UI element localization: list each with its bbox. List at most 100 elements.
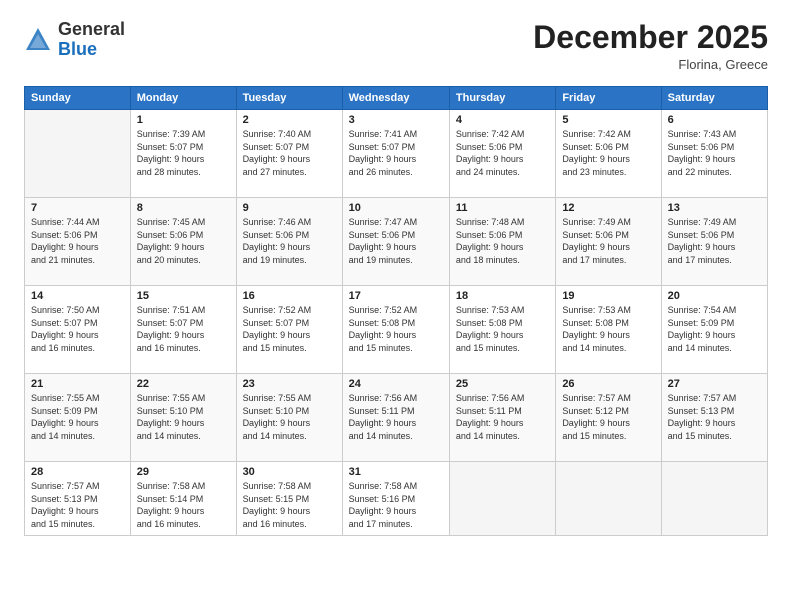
day-number: 26 [562, 378, 654, 390]
day-info: Sunrise: 7:43 AM Sunset: 5:06 PM Dayligh… [668, 128, 761, 178]
col-sunday: Sunday [25, 87, 131, 110]
header: General Blue December 2025 Florina, Gree… [24, 20, 768, 72]
day-number: 8 [137, 202, 230, 214]
col-wednesday: Wednesday [342, 87, 449, 110]
day-info: Sunrise: 7:52 AM Sunset: 5:07 PM Dayligh… [243, 304, 336, 354]
calendar-cell: 28 Sunrise: 7:57 AM Sunset: 5:13 PM Dayli… [25, 462, 131, 535]
day-info: Sunrise: 7:51 AM Sunset: 5:07 PM Dayligh… [137, 304, 230, 354]
day-number: 13 [668, 202, 761, 214]
day-number: 1 [137, 114, 230, 126]
logo-icon [24, 26, 52, 54]
day-info: Sunrise: 7:40 AM Sunset: 5:07 PM Dayligh… [243, 128, 336, 178]
col-saturday: Saturday [661, 87, 767, 110]
day-info: Sunrise: 7:58 AM Sunset: 5:14 PM Dayligh… [137, 480, 230, 530]
calendar-cell: 4Sunrise: 7:42 AM Sunset: 5:06 PM Daylig… [449, 110, 555, 198]
calendar-cell [25, 110, 131, 198]
day-number: 23 [243, 378, 336, 390]
calendar-cell: 15 Sunrise: 7:51 AM Sunset: 5:07 PM Dayli… [130, 286, 236, 374]
calendar-header-row: Sunday Monday Tuesday Wednesday Thursday… [25, 87, 768, 110]
day-info: Sunrise: 7:46 AM Sunset: 5:06 PM Dayligh… [243, 216, 336, 266]
calendar-cell [449, 462, 555, 535]
calendar-cell: 11 Sunrise: 7:48 AM Sunset: 5:06 PM Dayli… [449, 198, 555, 286]
day-info: Sunrise: 7:52 AM Sunset: 5:08 PM Dayligh… [349, 304, 443, 354]
day-number: 22 [137, 378, 230, 390]
calendar-cell [661, 462, 767, 535]
day-info: Sunrise: 7:56 AM Sunset: 5:11 PM Dayligh… [349, 392, 443, 442]
calendar-cell: 10 Sunrise: 7:47 AM Sunset: 5:06 PM Dayli… [342, 198, 449, 286]
day-number: 25 [456, 378, 549, 390]
calendar-cell [556, 462, 661, 535]
day-number: 20 [668, 290, 761, 302]
day-number: 12 [562, 202, 654, 214]
day-info: Sunrise: 7:58 AM Sunset: 5:15 PM Dayligh… [243, 480, 336, 530]
calendar-cell: 13 Sunrise: 7:49 AM Sunset: 5:06 PM Dayli… [661, 198, 767, 286]
day-info: Sunrise: 7:41 AM Sunset: 5:07 PM Dayligh… [349, 128, 443, 178]
day-info: Sunrise: 7:49 AM Sunset: 5:06 PM Dayligh… [668, 216, 761, 266]
col-friday: Friday [556, 87, 661, 110]
day-info: Sunrise: 7:42 AM Sunset: 5:06 PM Dayligh… [562, 128, 654, 178]
day-number: 14 [31, 290, 124, 302]
calendar-cell: 23 Sunrise: 7:55 AM Sunset: 5:10 PM Dayli… [236, 374, 342, 462]
day-info: Sunrise: 7:57 AM Sunset: 5:12 PM Dayligh… [562, 392, 654, 442]
calendar-cell: 27Sunrise: 7:57 AM Sunset: 5:13 PM Dayli… [661, 374, 767, 462]
calendar-cell: 2 Sunrise: 7:40 AM Sunset: 5:07 PM Daylig… [236, 110, 342, 198]
calendar-cell: 6Sunrise: 7:43 AM Sunset: 5:06 PM Daylig… [661, 110, 767, 198]
day-number: 24 [349, 378, 443, 390]
day-number: 4 [456, 114, 549, 126]
day-info: Sunrise: 7:39 AM Sunset: 5:07 PM Dayligh… [137, 128, 230, 178]
location: Florina, Greece [533, 57, 768, 72]
day-number: 2 [243, 114, 336, 126]
calendar-cell: 12 Sunrise: 7:49 AM Sunset: 5:06 PM Dayli… [556, 198, 661, 286]
day-number: 16 [243, 290, 336, 302]
title-block: December 2025 Florina, Greece [533, 20, 768, 72]
calendar-cell: 22 Sunrise: 7:55 AM Sunset: 5:10 PM Dayli… [130, 374, 236, 462]
calendar-cell: 25 Sunrise: 7:56 AM Sunset: 5:11 PM Dayli… [449, 374, 555, 462]
day-number: 9 [243, 202, 336, 214]
calendar-cell: 16 Sunrise: 7:52 AM Sunset: 5:07 PM Dayli… [236, 286, 342, 374]
day-info: Sunrise: 7:48 AM Sunset: 5:06 PM Dayligh… [456, 216, 549, 266]
calendar-cell: 3 Sunrise: 7:41 AM Sunset: 5:07 PM Daylig… [342, 110, 449, 198]
day-info: Sunrise: 7:54 AM Sunset: 5:09 PM Dayligh… [668, 304, 761, 354]
day-info: Sunrise: 7:47 AM Sunset: 5:06 PM Dayligh… [349, 216, 443, 266]
logo-general: General [58, 19, 125, 39]
day-info: Sunrise: 7:56 AM Sunset: 5:11 PM Dayligh… [456, 392, 549, 442]
month-year: December 2025 [533, 20, 768, 55]
day-number: 18 [456, 290, 549, 302]
logo-text: General Blue [58, 20, 125, 60]
day-info: Sunrise: 7:44 AM Sunset: 5:06 PM Dayligh… [31, 216, 124, 266]
day-number: 15 [137, 290, 230, 302]
calendar-cell: 20 Sunrise: 7:54 AM Sunset: 5:09 PM Dayli… [661, 286, 767, 374]
calendar-cell: 24 Sunrise: 7:56 AM Sunset: 5:11 PM Dayli… [342, 374, 449, 462]
calendar-table: Sunday Monday Tuesday Wednesday Thursday… [24, 86, 768, 535]
day-number: 3 [349, 114, 443, 126]
day-number: 21 [31, 378, 124, 390]
day-number: 17 [349, 290, 443, 302]
calendar-cell: 17 Sunrise: 7:52 AM Sunset: 5:08 PM Dayli… [342, 286, 449, 374]
calendar-cell: 14 Sunrise: 7:50 AM Sunset: 5:07 PM Dayli… [25, 286, 131, 374]
calendar-cell: 21Sunrise: 7:55 AM Sunset: 5:09 PM Dayli… [25, 374, 131, 462]
day-info: Sunrise: 7:53 AM Sunset: 5:08 PM Dayligh… [562, 304, 654, 354]
day-info: Sunrise: 7:45 AM Sunset: 5:06 PM Dayligh… [137, 216, 230, 266]
day-number: 29 [137, 466, 230, 478]
day-info: Sunrise: 7:53 AM Sunset: 5:08 PM Dayligh… [456, 304, 549, 354]
day-info: Sunrise: 7:57 AM Sunset: 5:13 PM Dayligh… [31, 480, 124, 530]
calendar-cell: 19 Sunrise: 7:53 AM Sunset: 5:08 PM Dayli… [556, 286, 661, 374]
calendar-cell: 18 Sunrise: 7:53 AM Sunset: 5:08 PM Dayli… [449, 286, 555, 374]
calendar-cell: 29 Sunrise: 7:58 AM Sunset: 5:14 PM Dayli… [130, 462, 236, 535]
day-number: 11 [456, 202, 549, 214]
calendar-cell: 8 Sunrise: 7:45 AM Sunset: 5:06 PM Daylig… [130, 198, 236, 286]
day-number: 28 [31, 466, 124, 478]
logo: General Blue [24, 20, 125, 60]
calendar-cell: 26 Sunrise: 7:57 AM Sunset: 5:12 PM Dayli… [556, 374, 661, 462]
day-number: 10 [349, 202, 443, 214]
day-info: Sunrise: 7:50 AM Sunset: 5:07 PM Dayligh… [31, 304, 124, 354]
col-monday: Monday [130, 87, 236, 110]
day-info: Sunrise: 7:58 AM Sunset: 5:16 PM Dayligh… [349, 480, 443, 530]
day-info: Sunrise: 7:57 AM Sunset: 5:13 PM Dayligh… [668, 392, 761, 442]
day-info: Sunrise: 7:55 AM Sunset: 5:10 PM Dayligh… [243, 392, 336, 442]
day-info: Sunrise: 7:49 AM Sunset: 5:06 PM Dayligh… [562, 216, 654, 266]
page: General Blue December 2025 Florina, Gree… [0, 0, 792, 612]
day-number: 19 [562, 290, 654, 302]
calendar-cell: 5Sunrise: 7:42 AM Sunset: 5:06 PM Daylig… [556, 110, 661, 198]
day-info: Sunrise: 7:55 AM Sunset: 5:10 PM Dayligh… [137, 392, 230, 442]
